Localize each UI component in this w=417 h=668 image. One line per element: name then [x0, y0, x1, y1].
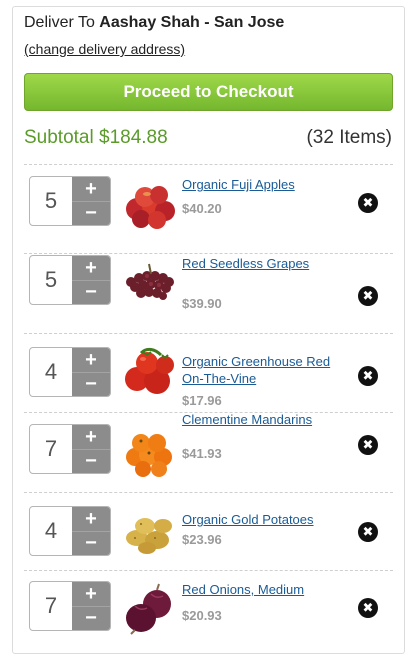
quantity-stepper[interactable]: 5 + −	[29, 176, 111, 226]
quantity-value[interactable]: 4	[30, 348, 72, 396]
cart-item: 5 + − Red Seedless Grapes $39.90 ✖	[13, 244, 404, 322]
product-price: $20.93	[182, 608, 222, 623]
cart-item: 4 + − Organic Gold Potatoes $23.96 ✖	[13, 492, 404, 570]
product-price: $41.93	[182, 446, 222, 461]
remove-item-button[interactable]: ✖	[358, 286, 378, 306]
cart-item: 5 + − Organic Fuji Apples $40.20 ✖	[13, 165, 404, 243]
stepper-buttons: + −	[72, 507, 110, 555]
cart-item: 7 + − Red Onions, Medium $20.93 ✖	[13, 570, 404, 648]
quantity-value[interactable]: 4	[30, 507, 72, 555]
cart-item: 4 + − Organic Greenhouse Red On-The-Vine…	[13, 333, 404, 411]
quantity-value[interactable]: 7	[30, 425, 72, 473]
product-price: $23.96	[182, 532, 222, 547]
mandarins-icon	[126, 434, 172, 477]
potatoes-icon	[126, 518, 172, 554]
increase-button[interactable]: +	[72, 177, 110, 202]
items-count: (32 Items)	[306, 127, 392, 148]
decrease-button[interactable]: −	[72, 606, 110, 630]
product-name-link[interactable]: Organic Gold Potatoes	[182, 511, 342, 528]
deliver-to-line: Deliver To Aashay Shah - San Jose	[24, 14, 284, 32]
product-price: $39.90	[182, 296, 222, 311]
stepper-buttons: + −	[72, 256, 110, 304]
product-name-link[interactable]: Red Seedless Grapes	[182, 255, 342, 272]
remove-item-button[interactable]: ✖	[358, 366, 378, 386]
stepper-buttons: + −	[72, 177, 110, 225]
onions-icon	[126, 583, 171, 635]
product-name-link[interactable]: Clementine Mandarins	[182, 411, 342, 428]
increase-button[interactable]: +	[72, 507, 110, 532]
product-name-link[interactable]: Red Onions, Medium	[182, 581, 342, 598]
stepper-buttons: + −	[72, 348, 110, 396]
deliver-to-name: Aashay Shah - San Jose	[99, 14, 285, 31]
increase-button[interactable]: +	[72, 348, 110, 373]
product-name-link[interactable]: Organic Greenhouse Red On-The-Vine	[182, 353, 342, 387]
quantity-stepper[interactable]: 5 + −	[29, 255, 111, 305]
stepper-buttons: + −	[72, 425, 110, 473]
remove-item-button[interactable]: ✖	[358, 435, 378, 455]
apples-icon	[126, 186, 175, 229]
change-address-link[interactable]: (change delivery address)	[24, 41, 185, 57]
increase-button[interactable]: +	[72, 256, 110, 281]
quantity-value[interactable]: 5	[30, 256, 72, 304]
quantity-value[interactable]: 7	[30, 582, 72, 630]
product-price: $40.20	[182, 201, 222, 216]
decrease-button[interactable]: −	[72, 531, 110, 555]
quantity-stepper[interactable]: 4 + −	[29, 506, 111, 556]
checkout-button[interactable]: Proceed to Checkout	[24, 73, 393, 111]
stepper-buttons: + −	[72, 582, 110, 630]
cart-panel: Deliver To Aashay Shah - San Jose (chang…	[12, 6, 405, 654]
remove-item-button[interactable]: ✖	[358, 522, 378, 542]
quantity-stepper[interactable]: 7 + −	[29, 581, 111, 631]
decrease-button[interactable]: −	[72, 372, 110, 396]
decrease-button[interactable]: −	[72, 449, 110, 473]
subtotal: Subtotal $184.88	[24, 127, 168, 148]
increase-button[interactable]: +	[72, 582, 110, 607]
increase-button[interactable]: +	[72, 425, 110, 450]
quantity-value[interactable]: 5	[30, 177, 72, 225]
cart-item: 7 + − Clementine Mandarins $41.93 ✖	[13, 411, 404, 491]
product-price: $17.96	[182, 393, 222, 408]
deliver-to-prefix: Deliver To	[24, 14, 95, 31]
grapes-icon	[126, 263, 174, 300]
remove-item-button[interactable]: ✖	[358, 193, 378, 213]
quantity-stepper[interactable]: 7 + −	[29, 424, 111, 474]
product-name-link[interactable]: Organic Fuji Apples	[182, 176, 342, 193]
remove-item-button[interactable]: ✖	[358, 598, 378, 618]
decrease-button[interactable]: −	[72, 280, 110, 304]
tomatoes-icon	[125, 347, 174, 394]
quantity-stepper[interactable]: 4 + −	[29, 347, 111, 397]
decrease-button[interactable]: −	[72, 201, 110, 225]
